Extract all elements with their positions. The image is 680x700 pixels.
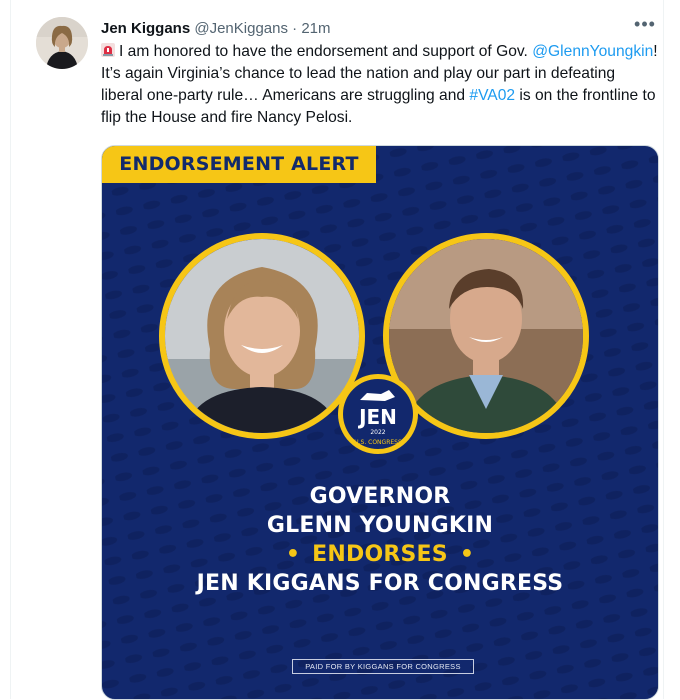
seal-year: 2022: [370, 429, 385, 436]
endorsement-graphic[interactable]: ENDORSEMENT ALERT JEN 2022 U.S. CONGRESS…: [101, 145, 659, 700]
tweet-timestamp[interactable]: 21m: [301, 20, 330, 37]
mention-link[interactable]: @GlennYoungkin: [532, 43, 653, 60]
bullet-left: •: [285, 542, 301, 567]
headline-line-4: JEN KIGGANS FOR CONGRESS: [196, 571, 564, 596]
seal-subtitle: U.S. CONGRESS: [354, 439, 402, 446]
seal-name: JEN: [357, 405, 397, 429]
jen-kiggans-photo: [159, 233, 365, 439]
author-name[interactable]: Jen Kiggans: [101, 20, 190, 37]
avatar-photo: [36, 17, 88, 69]
jen-congress-seal-logo: JEN 2022 U.S. CONGRESS: [338, 374, 418, 454]
author-handle[interactable]: @JenKiggans: [194, 20, 288, 37]
hashtag-link[interactable]: #VA02: [469, 87, 515, 104]
separator-dot: ·: [292, 20, 298, 37]
tweet-text-part1: I am honored to have the endorsement and…: [119, 43, 528, 60]
tweet-header: Jen Kiggans @JenKiggans · 21m: [101, 19, 331, 39]
endorsement-headline: GOVERNOR GLENN YOUNGKIN • ENDORSES • JEN K…: [102, 482, 658, 598]
more-options-icon[interactable]: •••: [631, 15, 659, 38]
paid-for-disclaimer: PAID FOR BY KIGGANS FOR CONGRESS: [292, 659, 474, 674]
headline-line-3: • ENDORSES •: [102, 540, 658, 569]
tweet-text: I am honored to have the endorsement and…: [101, 41, 661, 129]
bullet-right: •: [459, 542, 475, 567]
endorsement-alert-banner: ENDORSEMENT ALERT: [102, 146, 376, 183]
headline-line-1: GOVERNOR: [309, 484, 451, 509]
avatar[interactable]: [36, 17, 88, 69]
rotating-light-icon: [101, 43, 115, 57]
headline-line-2: GLENN YOUNGKIN: [266, 513, 494, 538]
headline-endorses: ENDORSES: [312, 542, 448, 567]
tweet-card[interactable]: Jen Kiggans @JenKiggans · 21m ••• I am h…: [10, 0, 664, 700]
